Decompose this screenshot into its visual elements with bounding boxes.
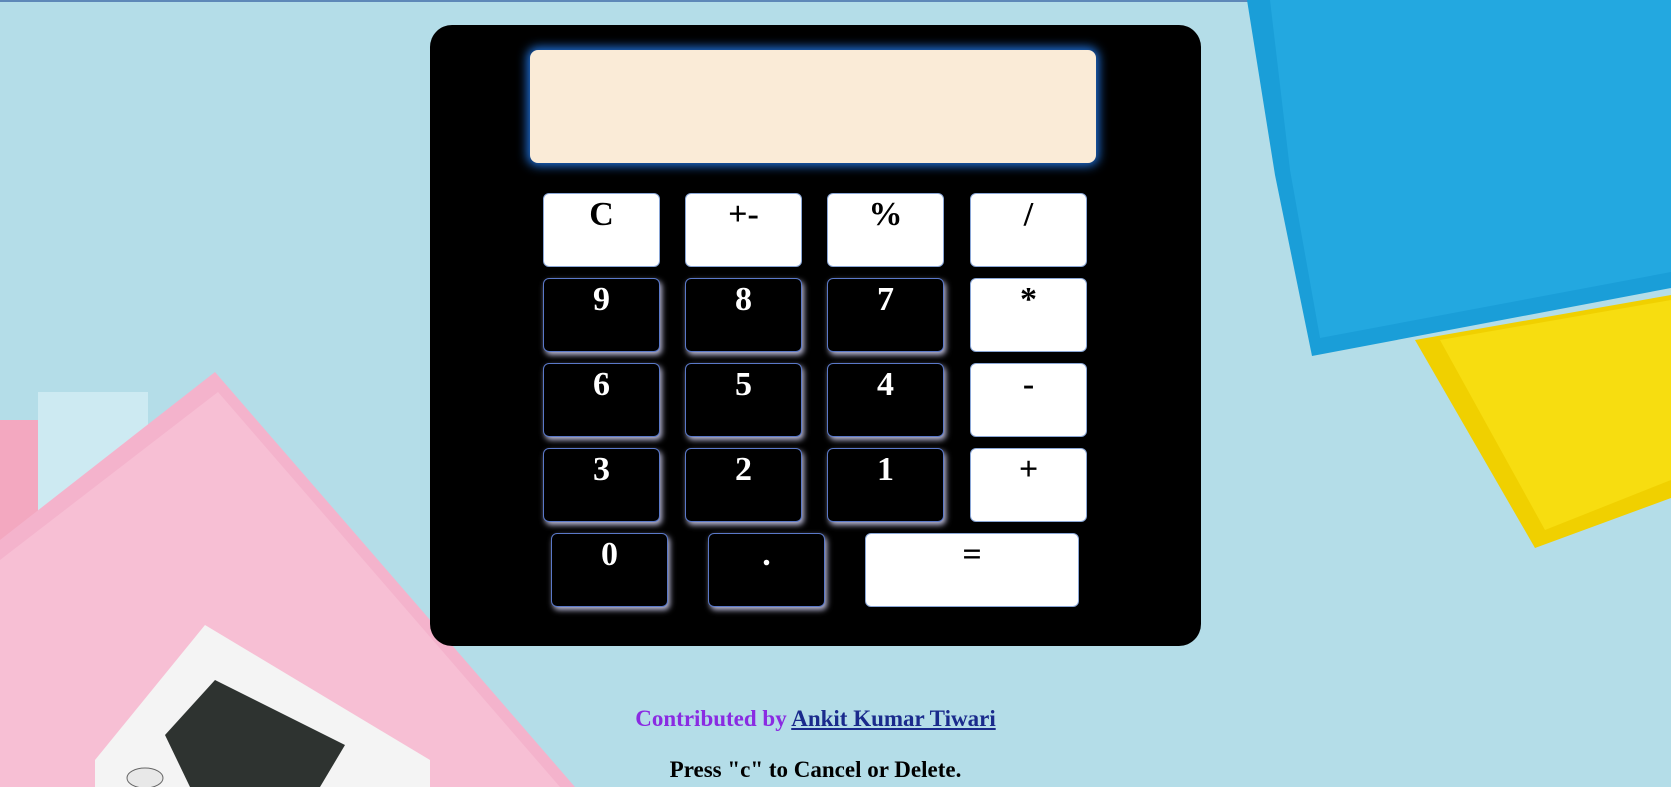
percent-button[interactable]: % [827, 193, 944, 267]
calculator: C +- % / 9 8 7 * 6 5 4 - 3 2 1 + 0 . = [430, 25, 1201, 646]
decimal-button[interactable]: . [708, 533, 825, 607]
credit-line: Contributed by Ankit Kumar Tiwari [0, 706, 1631, 732]
keyboard-hint: Press "c" to Cancel or Delete. [669, 757, 962, 782]
subtract-button[interactable]: - [970, 363, 1087, 437]
divide-button[interactable]: / [970, 193, 1087, 267]
digit-2-button[interactable]: 2 [685, 448, 802, 522]
digit-3-button[interactable]: 3 [543, 448, 660, 522]
yellow-folder-shape [1415, 295, 1671, 548]
digit-0-button[interactable]: 0 [551, 533, 668, 607]
digit-5-button[interactable]: 5 [685, 363, 802, 437]
digit-7-button[interactable]: 7 [827, 278, 944, 352]
multiply-button[interactable]: * [970, 278, 1087, 352]
blue-folder-shape [1247, 0, 1671, 356]
author-link[interactable]: Ankit Kumar Tiwari [791, 706, 995, 731]
top-border [0, 0, 1671, 2]
contributed-label: Contributed by [635, 706, 787, 731]
paper-tab-shape [38, 392, 148, 522]
digit-8-button[interactable]: 8 [685, 278, 802, 352]
clear-button[interactable]: C [543, 193, 660, 267]
pink-tab-shape [0, 420, 38, 560]
negate-button[interactable]: +- [685, 193, 802, 267]
calculator-display[interactable] [530, 50, 1096, 163]
digit-9-button[interactable]: 9 [543, 278, 660, 352]
equals-button[interactable]: = [865, 533, 1079, 607]
digit-1-button[interactable]: 1 [827, 448, 944, 522]
digit-4-button[interactable]: 4 [827, 363, 944, 437]
yellow-folder-front-shape [1440, 300, 1671, 530]
add-button[interactable]: + [970, 448, 1087, 522]
digit-6-button[interactable]: 6 [543, 363, 660, 437]
blue-folder-front-shape [1270, 0, 1671, 338]
